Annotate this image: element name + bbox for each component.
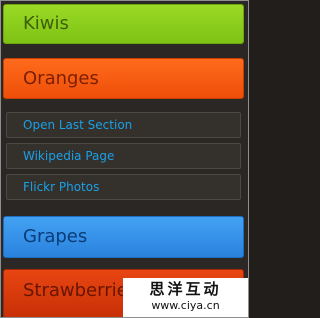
open-last-section-link[interactable]: Open Last Section <box>6 112 241 138</box>
section-grapes[interactable]: Grapes <box>3 216 244 258</box>
section-kiwis[interactable]: Kiwis <box>3 4 244 44</box>
section-label: Kiwis <box>23 13 69 34</box>
watermark-url: www.ciya.cn <box>151 299 220 312</box>
watermark-title: 思洋互动 <box>149 280 222 298</box>
wikipedia-page-link[interactable]: Wikipedia Page <box>6 143 241 169</box>
section-oranges[interactable]: Oranges <box>3 58 244 99</box>
link-label: Wikipedia Page <box>23 149 115 163</box>
accordion-menu: Kiwis Oranges Open Last Section Wikipedi… <box>0 0 249 318</box>
flickr-photos-link[interactable]: Flickr Photos <box>6 174 241 200</box>
section-label: Grapes <box>23 226 88 247</box>
section-label: Oranges <box>23 67 99 89</box>
link-label: Flickr Photos <box>23 180 100 194</box>
link-label: Open Last Section <box>23 118 133 132</box>
section-label: Strawberries <box>23 280 138 301</box>
watermark: 思洋互动 www.ciya.cn <box>123 278 248 317</box>
